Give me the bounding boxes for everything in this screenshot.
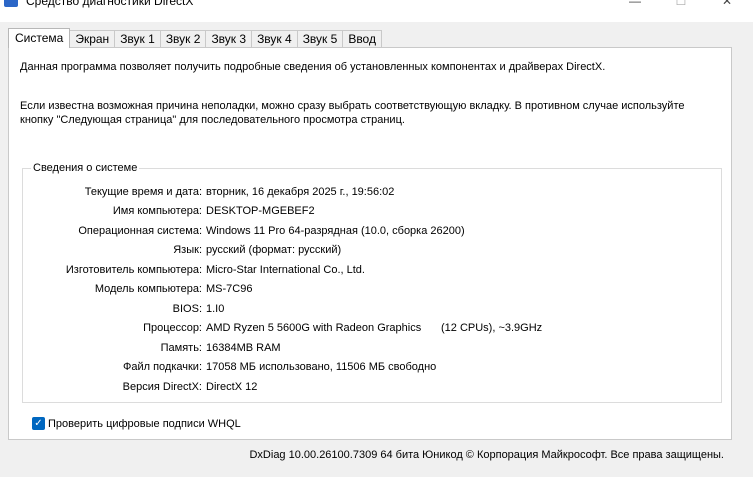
whql-check-option[interactable]: ✓ Проверить цифровые подписи WHQL xyxy=(32,417,241,430)
window-title: Средство диагностики DirectX xyxy=(26,0,194,8)
info-label: Версия DirectX: xyxy=(122,381,202,393)
info-label: Изготовитель компьютера: xyxy=(65,264,202,276)
tab-display[interactable]: Экран xyxy=(69,30,116,48)
system-info-group-title: Сведения о системе xyxy=(31,162,140,174)
info-row-processor: Процессор: AMD Ryzen 5 5600G with Radeon… xyxy=(23,322,723,336)
intro-text-2: Если известна возможная причина неполадк… xyxy=(20,100,685,126)
system-tab-panel: Данная программа позволяет получить подр… xyxy=(8,47,732,440)
info-label: Модель компьютера: xyxy=(94,283,202,295)
info-row-memory: Память: 16384MB RAM xyxy=(23,342,723,356)
info-label: Процессор: xyxy=(143,322,202,334)
info-value: DESKTOP-MGEBEF2 xyxy=(206,205,315,217)
info-label: Файл подкачки: xyxy=(122,361,202,373)
info-value: Windows 11 Pro 64-разрядная (10.0, сборк… xyxy=(206,225,465,237)
tab-sound-1[interactable]: Звук 1 xyxy=(114,30,161,48)
info-label: Язык: xyxy=(173,244,202,256)
info-label: BIOS: xyxy=(172,303,202,315)
whql-checkbox-label[interactable]: Проверить цифровые подписи WHQL xyxy=(48,418,241,430)
info-row-computer-name: Имя компьютера: DESKTOP-MGEBEF2 xyxy=(23,205,723,219)
info-value: 17058 МБ использовано, 11506 МБ свободно xyxy=(206,361,437,373)
info-row-directx-version: Версия DirectX: DirectX 12 xyxy=(23,381,723,395)
info-value: 16384MB RAM xyxy=(206,342,281,354)
tab-sound-4[interactable]: Звук 4 xyxy=(251,30,298,48)
info-value: DirectX 12 xyxy=(206,381,258,393)
directx-app-icon xyxy=(4,0,18,7)
info-label: Память: xyxy=(160,342,202,354)
info-value: 1.I0 xyxy=(206,303,225,315)
info-value: MS-7C96 xyxy=(206,283,253,295)
tab-sound-3[interactable]: Звук 3 xyxy=(205,30,253,48)
system-info-group: Сведения о системе Текущие время и дата:… xyxy=(22,162,723,403)
tab-input[interactable]: Ввод xyxy=(342,30,382,48)
info-label: Имя компьютера: xyxy=(112,205,202,217)
info-value: Micro-Star International Co., Ltd. xyxy=(206,264,365,276)
intro-text-1: Данная программа позволяет получить подр… xyxy=(20,61,606,73)
info-row-bios: BIOS: 1.I0 xyxy=(23,303,723,317)
minimize-button[interactable]: — xyxy=(612,0,658,10)
title-bar: Средство диагностики DirectX — ☐ ✕ xyxy=(0,0,753,22)
info-value: русский (формат: русский) xyxy=(206,244,342,256)
info-label: Текущие время и дата: xyxy=(84,186,202,198)
tab-sound-5[interactable]: Звук 5 xyxy=(296,30,344,48)
info-value: вторник, 16 декабря 2025 г., 19:56:02 xyxy=(206,186,395,198)
info-row-pagefile: Файл подкачки: 17058 МБ использовано, 11… xyxy=(23,361,723,375)
tab-system[interactable]: Система xyxy=(8,28,71,48)
close-button[interactable]: ✕ xyxy=(704,0,750,10)
info-row-language: Язык: русский (формат: русский) xyxy=(23,244,723,258)
whql-checkbox[interactable]: ✓ xyxy=(32,417,45,430)
tab-strip: Система Экран Звук 1 Звук 2 Звук 3 Звук … xyxy=(8,28,382,48)
cpu-extra-info: (12 CPUs), ~3.9GHz xyxy=(441,322,543,334)
info-value: AMD Ryzen 5 5600G with Radeon Graphics xyxy=(206,322,422,334)
info-row-manufacturer: Изготовитель компьютера: Micro-Star Inte… xyxy=(23,264,723,278)
info-label: Операционная система: xyxy=(78,225,202,237)
copyright-footer: DxDiag 10.00.26100.7309 64 бита Юникод ©… xyxy=(249,449,724,461)
info-row-model: Модель компьютера: MS-7C96 xyxy=(23,283,723,297)
info-row-os: Операционная система: Windows 11 Pro 64-… xyxy=(23,225,723,239)
tab-sound-2[interactable]: Звук 2 xyxy=(159,30,207,48)
info-row-datetime: Текущие время и дата: вторник, 16 декабр… xyxy=(23,186,723,200)
maximize-button[interactable]: ☐ xyxy=(658,0,704,10)
